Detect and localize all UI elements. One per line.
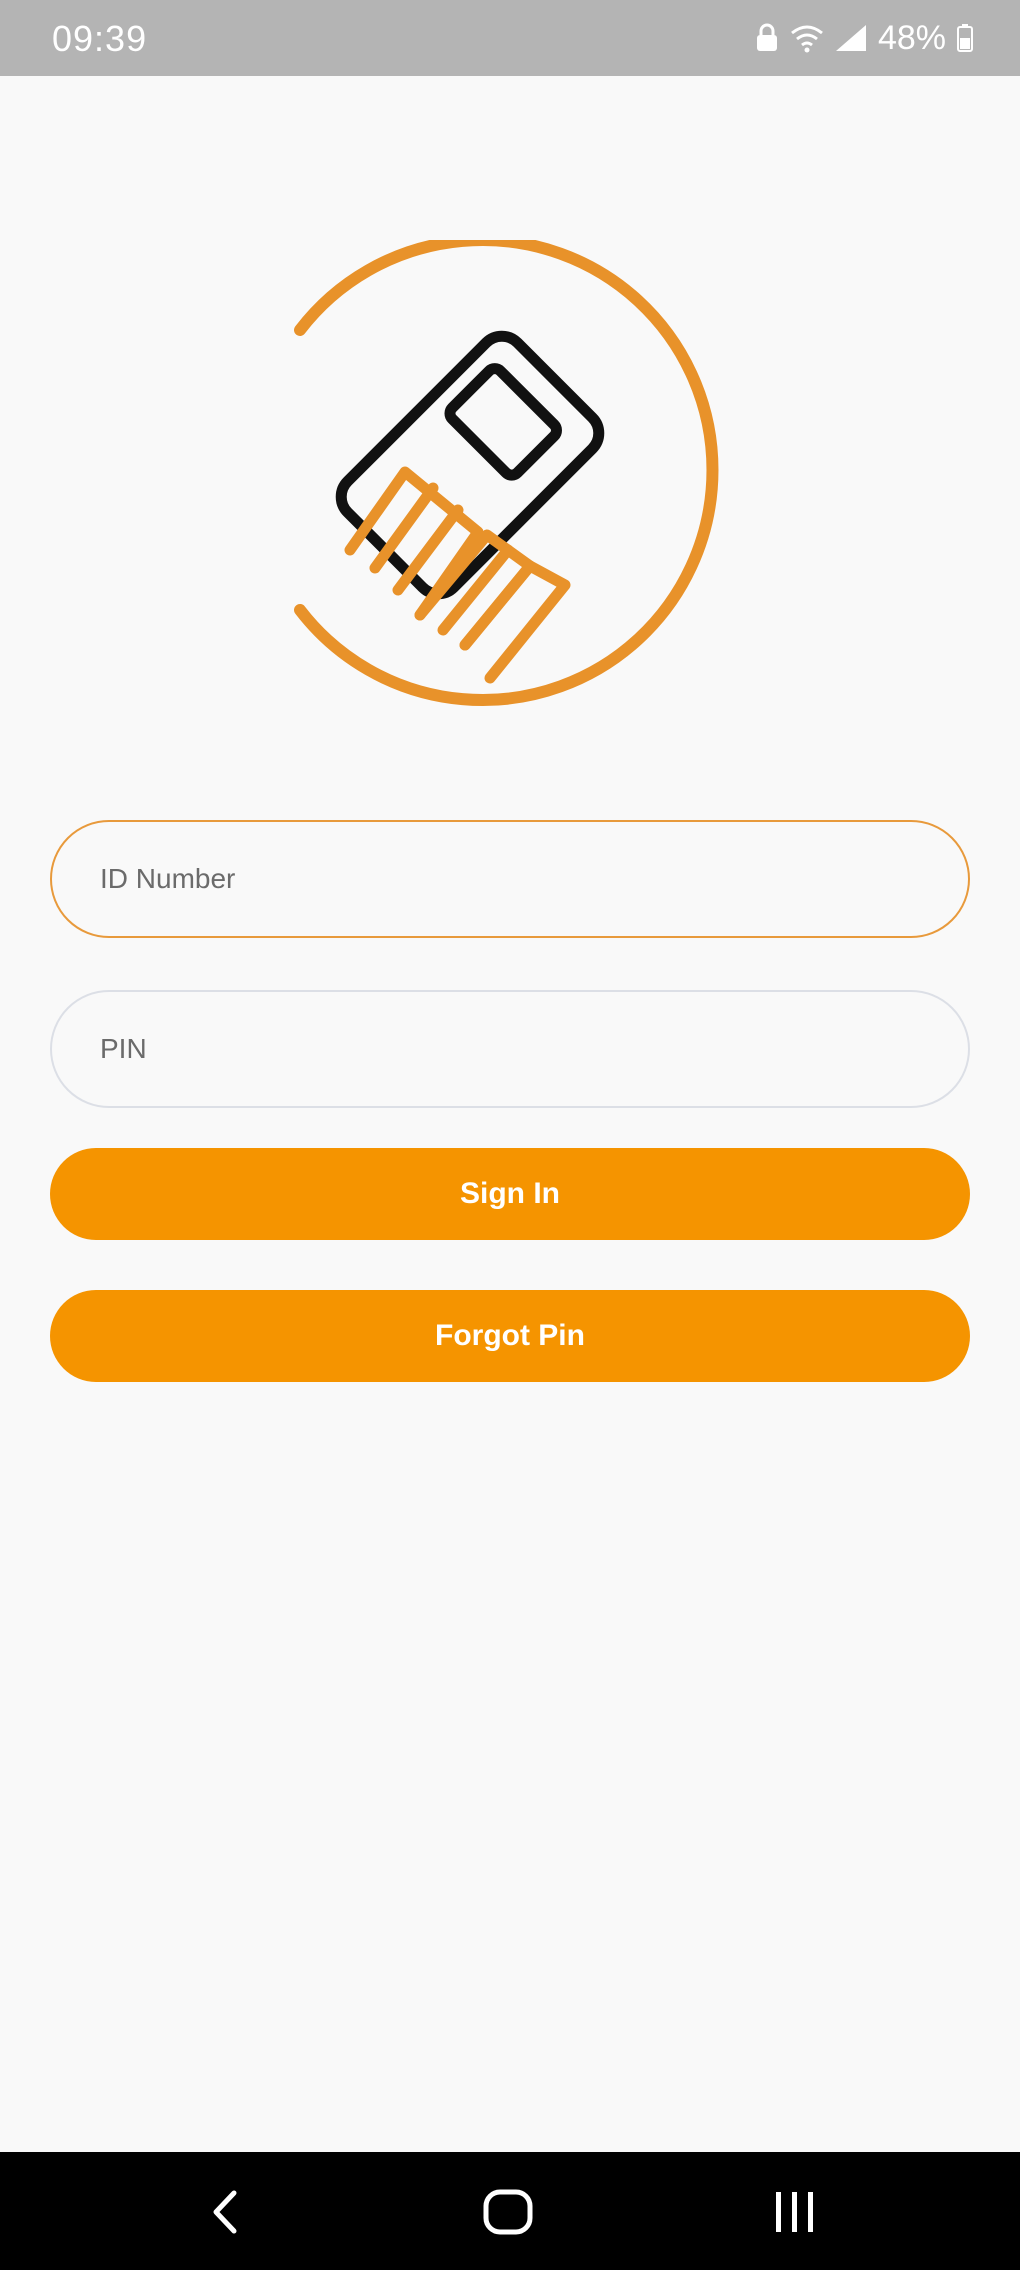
status-icons: 48%: [754, 14, 974, 62]
recents-icon[interactable]: [765, 2182, 825, 2242]
pin-input[interactable]: [50, 990, 970, 1108]
home-icon[interactable]: [478, 2182, 538, 2242]
status-bar: 09:39 48%: [0, 0, 1020, 76]
wifi-icon: [790, 23, 824, 53]
lock-icon: [754, 23, 780, 53]
card-hand-logo: [280, 234, 740, 740]
signal-icon: [834, 23, 868, 53]
back-icon[interactable]: [195, 2182, 255, 2242]
sign-in-button[interactable]: Sign In: [50, 1148, 970, 1240]
battery-icon: [956, 23, 974, 53]
navigation-bar: [0, 2152, 1020, 2270]
forgot-pin-button[interactable]: Forgot Pin: [50, 1290, 970, 1382]
id-number-input[interactable]: [50, 820, 970, 938]
status-time: 09:39: [52, 18, 148, 59]
battery-percent: 48%: [877, 18, 946, 57]
